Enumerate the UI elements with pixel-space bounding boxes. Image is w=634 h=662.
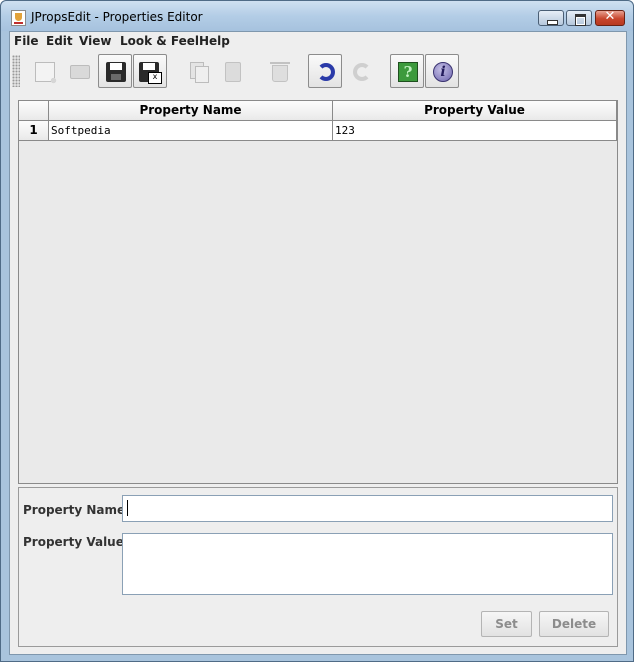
maximize-button[interactable] [566, 10, 592, 26]
open-button[interactable] [62, 54, 96, 88]
open-folder-icon [70, 65, 90, 79]
property-value-label: Property Value: [23, 535, 129, 549]
menu-file[interactable]: File [14, 34, 39, 48]
property-name-field[interactable] [122, 495, 613, 522]
toolbar-grip[interactable] [12, 55, 20, 87]
copy-button[interactable] [180, 54, 214, 88]
set-button[interactable]: Set [481, 611, 532, 637]
editor-panel: Property Name: Property Value: Set Delet… [18, 487, 618, 647]
copy-icon [190, 62, 209, 83]
client-area: File Edit View Look & Feel Help ? i Prop… [9, 31, 627, 655]
delete-button[interactable]: Delete [539, 611, 609, 637]
property-name-label: Property Name: [23, 503, 130, 517]
table-row[interactable]: 1 Softpedia 123 [19, 121, 617, 141]
menu-view[interactable]: View [79, 34, 111, 48]
close-button[interactable]: ✕ [595, 9, 625, 26]
column-header-value[interactable]: Property Value [333, 101, 617, 121]
java-app-icon[interactable] [11, 10, 26, 26]
new-button[interactable] [27, 54, 61, 88]
delete-icon [270, 62, 290, 82]
text-caret [127, 500, 128, 516]
undo-icon [317, 63, 335, 81]
help-button[interactable]: ? [390, 54, 424, 88]
properties-table[interactable]: Property Name Property Value 1 Softpedia… [18, 100, 618, 484]
menu-help[interactable]: Help [199, 34, 230, 48]
close-icon: ✕ [604, 9, 616, 24]
app-window: JPropsEdit - Properties Editor ✕ File Ed… [0, 0, 634, 662]
cell-property-name[interactable]: Softpedia [49, 121, 333, 141]
redo-icon [353, 63, 371, 81]
cell-property-value[interactable]: 123 [333, 121, 617, 141]
new-file-icon [35, 62, 58, 85]
minimize-button[interactable] [538, 10, 564, 26]
menu-look-and-feel[interactable]: Look & Feel [120, 34, 199, 48]
redo-button[interactable] [344, 54, 378, 88]
delete-toolbar-button[interactable] [262, 54, 296, 88]
window-title: JPropsEdit - Properties Editor [31, 10, 203, 24]
save-icon [106, 62, 126, 82]
paste-button[interactable] [215, 54, 249, 88]
title-bar[interactable]: JPropsEdit - Properties Editor ✕ [1, 1, 633, 31]
menu-edit[interactable]: Edit [46, 34, 73, 48]
info-icon: i [433, 62, 453, 82]
property-value-field[interactable] [122, 533, 613, 595]
row-number: 1 [19, 121, 49, 141]
column-header-name[interactable]: Property Name [49, 101, 333, 121]
about-button[interactable]: i [425, 54, 459, 88]
menu-bar: File Edit View Look & Feel Help [10, 32, 626, 50]
help-icon: ? [398, 62, 418, 82]
row-number-header [19, 101, 49, 121]
paste-icon [225, 62, 241, 82]
save-button[interactable] [98, 54, 132, 88]
table-header: Property Name Property Value [19, 101, 617, 121]
save-as-button[interactable] [133, 54, 167, 88]
undo-button[interactable] [308, 54, 342, 88]
toolbar: ? i [10, 52, 626, 90]
save-as-icon [139, 62, 162, 84]
